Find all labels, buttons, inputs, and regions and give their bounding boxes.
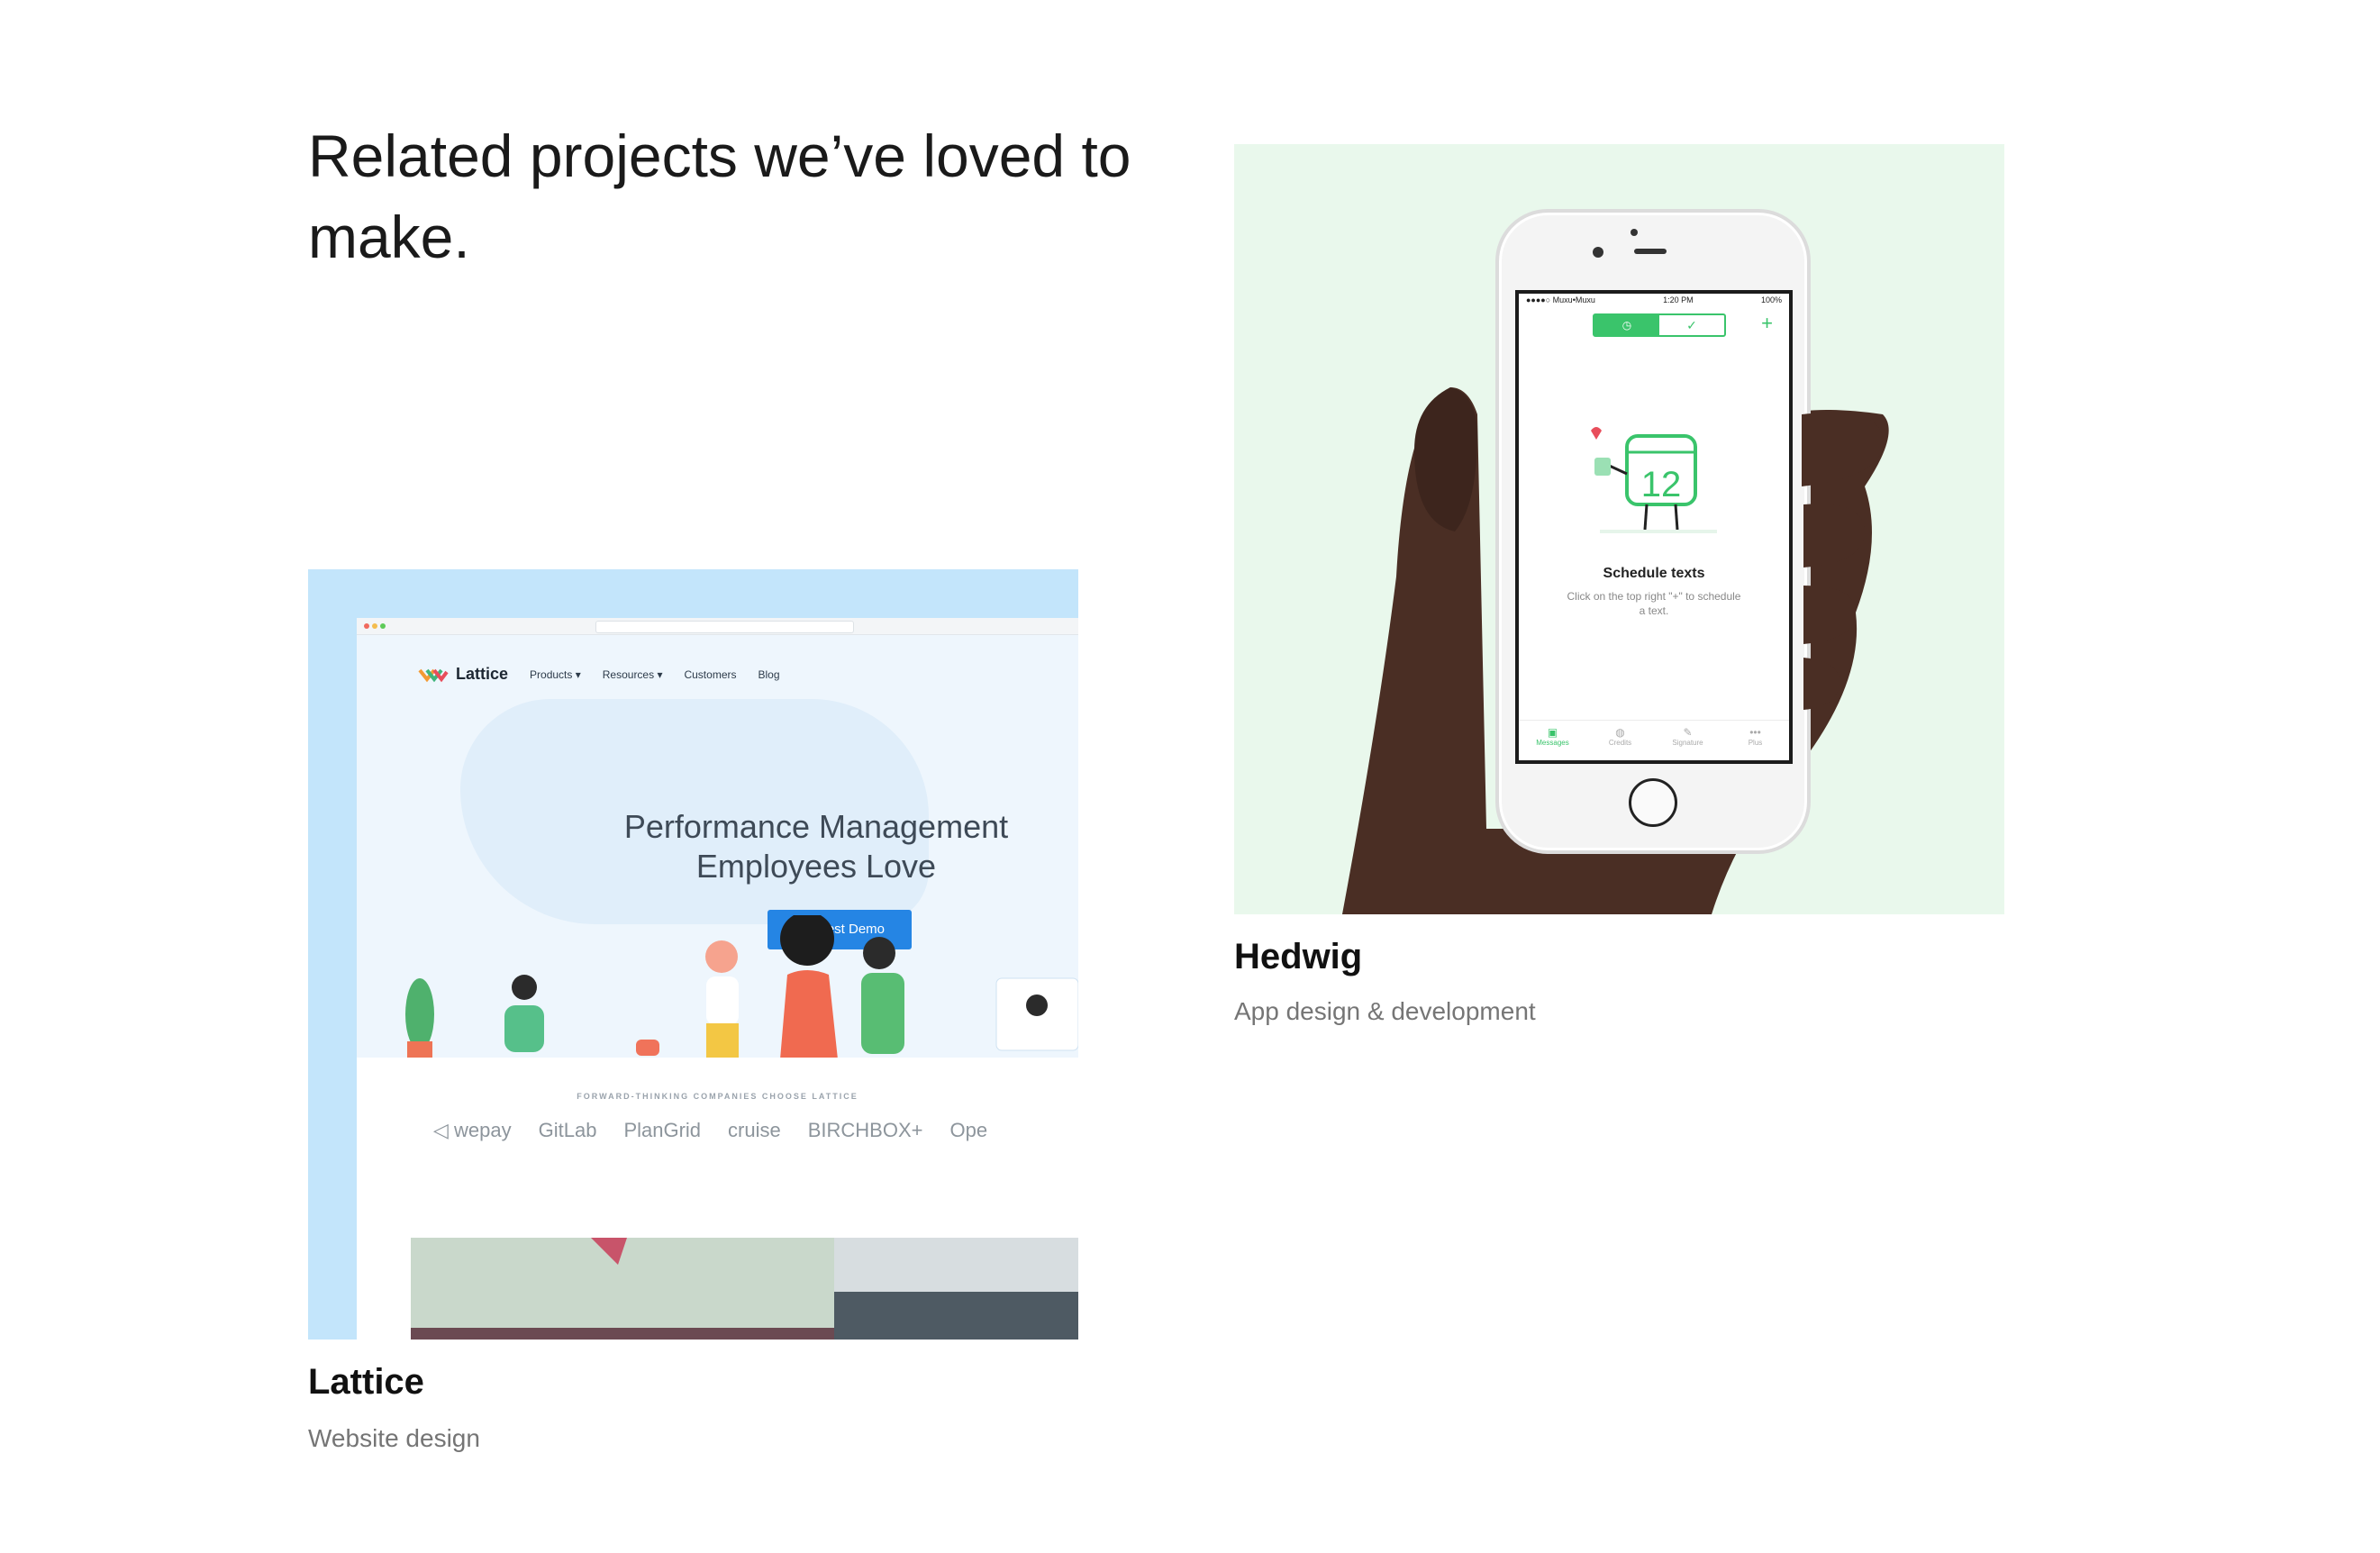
phone-sensor	[1631, 229, 1638, 236]
phone-camera	[1593, 247, 1603, 258]
tab-credits: ◍ Credits	[1586, 721, 1654, 760]
lattice-logo-text: Lattice	[456, 665, 509, 683]
nav-products: Products ▾	[530, 668, 581, 681]
schedule-description: Click on the top right "+" to schedule a…	[1567, 590, 1741, 617]
logo-cruise: cruise	[728, 1119, 781, 1141]
tab-messages: ▣ Messages	[1519, 721, 1586, 760]
credits-icon: ◍	[1615, 726, 1625, 739]
lattice-logo-icon	[418, 668, 449, 682]
status-time: 1:20 PM	[1663, 295, 1694, 304]
hero-title: Performance Management Employees Love	[623, 808, 1009, 885]
minimize-dot	[372, 623, 377, 629]
schedule-title: Schedule texts	[1603, 566, 1705, 581]
hedwig-project-image[interactable]: ●●●●○ Muxu•Muxu 1:20 PM 100% ◷ ✓ + 12 Sc…	[1234, 144, 2004, 914]
logo-ope: Ope	[949, 1119, 988, 1141]
status-carrier: ●●●●○ Muxu•Muxu	[1526, 295, 1595, 304]
phone-screen: ●●●●○ Muxu•Muxu 1:20 PM 100% ◷ ✓ + 12 Sc…	[1515, 290, 1793, 764]
hedwig-subtitle: App design & development	[1234, 997, 1536, 1025]
lattice-logo: Lattice	[418, 665, 508, 684]
logo-birchbox: BIRCHBOX+	[807, 1119, 923, 1141]
signature-icon: ✎	[1683, 726, 1693, 739]
hedwig-title[interactable]: Hedwig	[1234, 937, 1362, 977]
browser-toolbar	[357, 618, 1078, 635]
logo-plangrid: PlanGrid	[623, 1119, 702, 1141]
lattice-nav: Lattice Products ▾ Resources ▾ Customers…	[418, 665, 780, 684]
tab-plus: ••• Plus	[1721, 721, 1789, 760]
check-segment-icon: ✓	[1686, 318, 1697, 332]
browser-window: Lattice Products ▾ Resources ▾ Customers…	[357, 618, 1078, 1340]
lattice-title[interactable]: Lattice	[308, 1362, 424, 1403]
url-bar	[595, 621, 854, 633]
home-button	[1629, 778, 1677, 827]
status-battery: 100%	[1760, 295, 1782, 304]
close-dot	[364, 623, 369, 629]
add-icon: +	[1761, 312, 1773, 334]
lattice-subtitle: Website design	[308, 1424, 480, 1452]
logo-gitlab: GitLab	[538, 1119, 597, 1141]
status-bar: ●●●●○ Muxu•Muxu 1:20 PM 100%	[1526, 295, 1782, 308]
maximize-dot	[380, 623, 386, 629]
page: Related projects we’ve loved to make. La…	[0, 0, 2380, 1553]
calendar-number: 12	[1640, 465, 1682, 504]
logo-wepay: ◁ wepay	[433, 1119, 512, 1141]
clock-segment-icon: ◷	[1594, 315, 1659, 335]
office-photo	[411, 1238, 1078, 1340]
nav-customers: Customers	[684, 668, 737, 681]
more-icon: •••	[1749, 726, 1761, 739]
segmented-control: ◷ ✓	[1593, 313, 1726, 337]
customer-logos: ◁ wepay GitLab PlanGrid cruise BIRCHBOX+…	[433, 1119, 987, 1142]
logos-caption: FORWARD-THINKING COMPANIES CHOOSE LATTIC…	[577, 1092, 858, 1101]
section-heading: Related projects we’ve loved to make.	[308, 123, 1131, 270]
tab-signature: ✎ Signature	[1654, 721, 1721, 760]
lattice-project-image[interactable]: Lattice Products ▾ Resources ▾ Customers…	[308, 569, 1078, 1340]
phone-device: ●●●●○ Muxu•Muxu 1:20 PM 100% ◷ ✓ + 12 Sc…	[1495, 209, 1811, 854]
messages-icon: ▣	[1547, 726, 1558, 739]
phone-speaker	[1634, 249, 1667, 254]
nav-resources: Resources ▾	[602, 668, 663, 681]
nav-blog: Blog	[758, 668, 780, 681]
team-illustration	[405, 915, 1078, 1059]
app-tabbar: ▣ Messages ◍ Credits ✎ Signature ••• Plus	[1519, 720, 1789, 760]
